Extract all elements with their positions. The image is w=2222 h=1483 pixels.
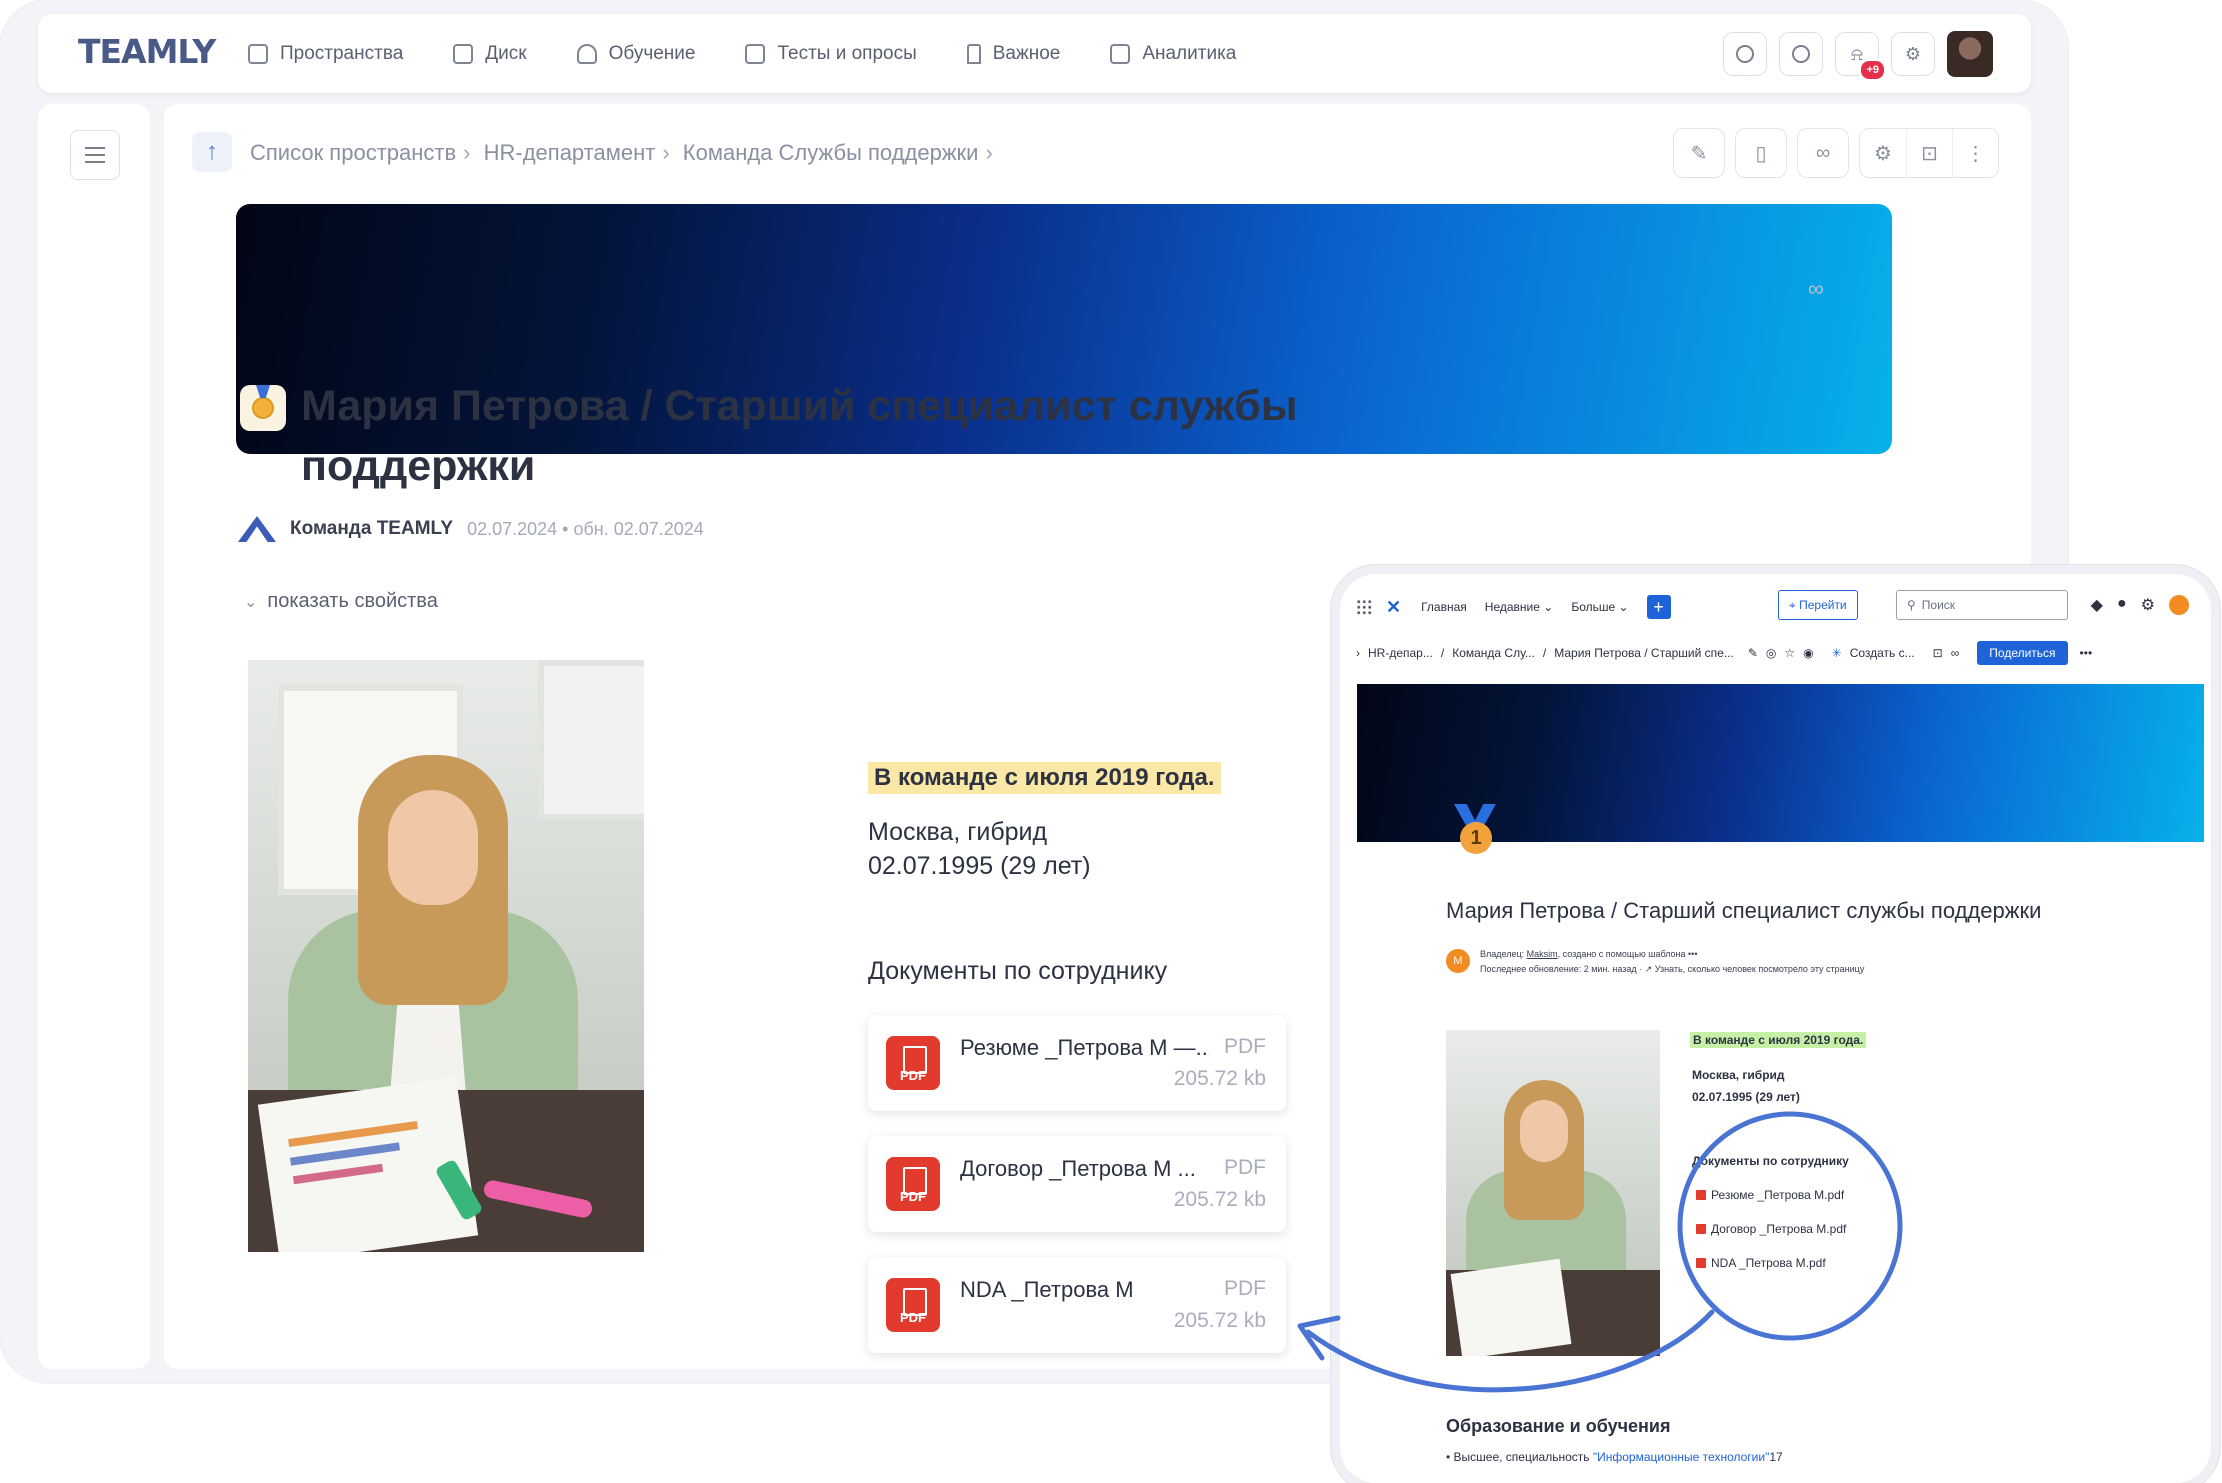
connector-arrow [1305,1309,1715,1393]
highlight-circle [1677,1111,1903,1341]
annotation-overlay [1297,1111,1903,1393]
